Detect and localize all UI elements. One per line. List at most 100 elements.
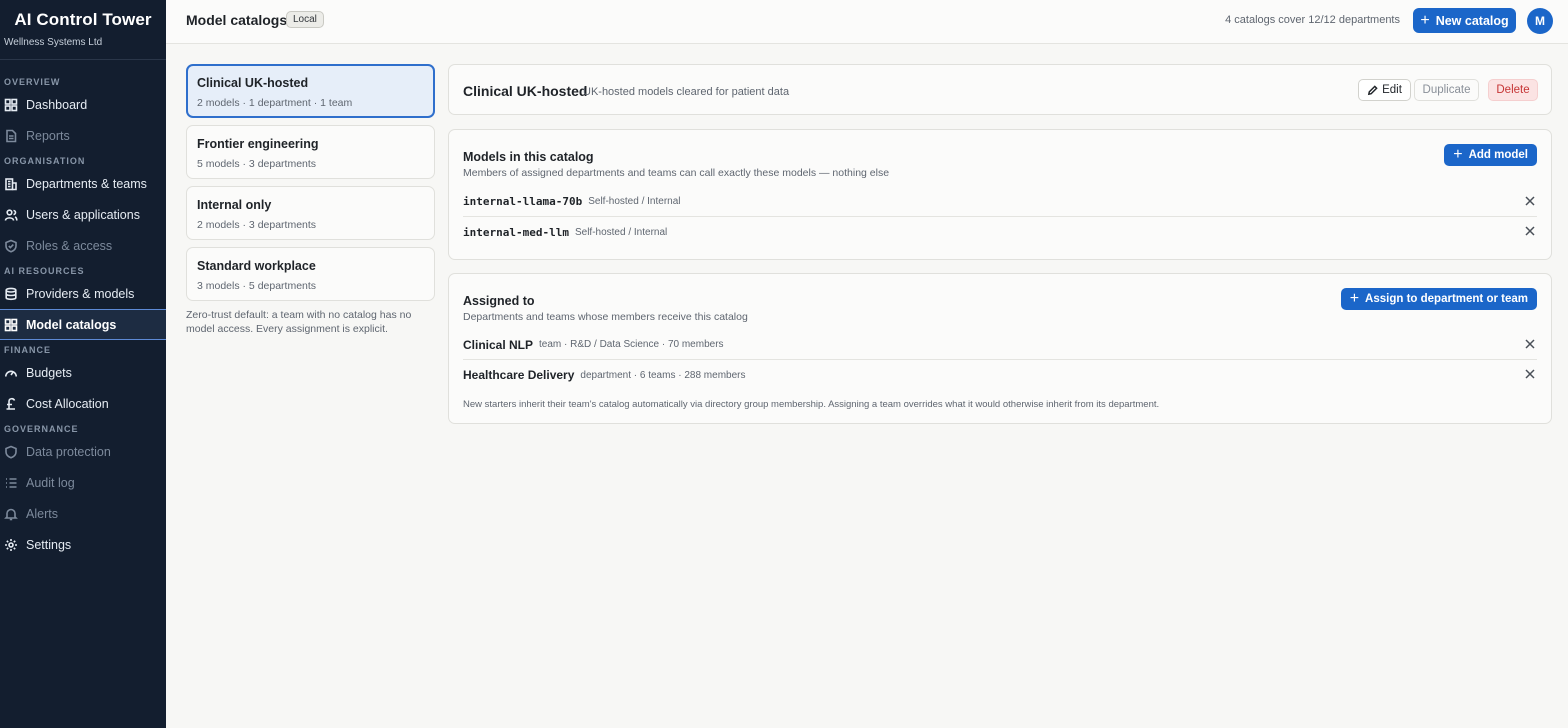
sidebar-section-label: FINANCE: [4, 345, 51, 355]
sidebar-item-roles-access[interactable]: Roles & access: [0, 230, 166, 261]
sidebar-item-label: Users & applications: [26, 207, 140, 222]
sidebar-item-label: Cost Allocation: [26, 396, 109, 411]
add-model-button[interactable]: + Add model: [1444, 144, 1537, 166]
sidebar-section-label: AI RESOURCES: [4, 266, 85, 276]
edit-label: Edit: [1382, 84, 1402, 96]
catalog-card[interactable]: Frontier engineering 5 models · 3 departm…: [186, 125, 435, 179]
sidebar-item-data-protection[interactable]: Data protection: [0, 436, 166, 467]
new-catalog-label: New catalog: [1435, 13, 1509, 28]
catalog-name: Frontier engineering: [197, 137, 319, 151]
topbar: Model catalogs Local 4 catalogs cover 12…: [166, 0, 1568, 44]
edit-button[interactable]: Edit: [1358, 79, 1411, 101]
database-icon: [4, 287, 18, 301]
sidebar-item-label: Roles & access: [26, 238, 113, 253]
plus-icon: +: [1453, 146, 1463, 163]
list-icon: [4, 476, 18, 490]
pencil-icon: [1367, 84, 1378, 95]
catalog-name: Standard workplace: [197, 259, 316, 273]
catalog-meta: 2 models · 3 departments: [197, 219, 317, 231]
assignment-name: Healthcare Delivery: [463, 368, 575, 382]
org-name: Wellness Systems Ltd: [4, 37, 103, 48]
grid-icon: [4, 318, 18, 332]
inheritance-note: New starters inherit their team's catalo…: [463, 399, 1160, 410]
assignment-meta: department · 6 teams · 288 members: [580, 369, 746, 381]
new-catalog-button[interactable]: + New catalog: [1413, 8, 1516, 33]
catalog-meta: 5 models · 3 departments: [197, 158, 317, 170]
catalog-meta: 2 models · 1 department · 1 team: [197, 97, 353, 109]
sidebar: AI Control Tower Wellness Systems Ltd OV…: [0, 0, 166, 728]
coverage-summary: 4 catalogs cover 12/12 departments: [1225, 14, 1400, 26]
sidebar-item-settings[interactable]: Settings: [0, 529, 166, 560]
sidebar-nav: OVERVIEW Dashboard Reports ORGANISATION Depa…: [0, 60, 166, 560]
bell-icon: [4, 507, 18, 521]
avatar[interactable]: M: [1527, 8, 1553, 34]
catalog-card[interactable]: Internal only 2 models · 3 departments: [186, 186, 435, 240]
sidebar-item-label: Reports: [26, 128, 70, 143]
sidebar-item-cost-allocation[interactable]: Cost Allocation: [0, 388, 166, 419]
catalog-card[interactable]: Clinical UK-hosted 2 models · 1 departmen…: [186, 64, 435, 118]
sidebar-item-alerts[interactable]: Alerts: [0, 498, 166, 529]
assign-button[interactable]: + Assign to department or team: [1340, 288, 1537, 310]
catalog-list: Clinical UK-hosted 2 models · 1 departmen…: [186, 64, 435, 336]
model-row: internal-llama-70b Self-hosted / Internal: [463, 187, 1537, 217]
sidebar-item-label: Providers & models: [26, 286, 135, 301]
catalog-title: Clinical UK-hosted: [463, 83, 588, 99]
model-meta: Self-hosted / Internal: [574, 226, 668, 238]
plus-icon: +: [1349, 290, 1360, 307]
sidebar-item-label: Audit log: [26, 475, 75, 490]
sidebar-item-model-catalogs[interactable]: Model catalogs: [0, 309, 166, 340]
assignment-row: Clinical NLP team · R&D / Data Science · …: [463, 330, 1537, 360]
models-subtitle: Members of assigned departments and team…: [463, 167, 890, 179]
assign-label: Assign to department or team: [1365, 293, 1528, 305]
delete-button[interactable]: Delete: [1488, 79, 1538, 101]
page-title: Model catalogs: [186, 12, 288, 28]
remove-assignment-icon[interactable]: [1524, 338, 1536, 350]
remove-assignment-icon[interactable]: [1524, 368, 1536, 380]
add-model-label: Add model: [1468, 149, 1528, 161]
assigned-panel: Assigned to Departments and teams whose …: [448, 273, 1552, 424]
shield-icon: [4, 445, 18, 459]
sidebar-section-label: GOVERNANCE: [4, 424, 79, 434]
model-row: internal-med-llm Self-hosted / Internal: [463, 217, 1537, 247]
sidebar-section-label: ORGANISATION: [4, 156, 86, 166]
sidebar-item-departments-teams[interactable]: Departments & teams: [0, 168, 166, 199]
gear-icon: [4, 538, 18, 552]
pound-icon: [4, 397, 18, 411]
catalog-header-panel: Clinical UK-hosted UK-hosted models clea…: [448, 64, 1552, 115]
sidebar-item-budgets[interactable]: Budgets: [0, 357, 166, 388]
sidebar-item-providers-models[interactable]: Providers & models: [0, 278, 166, 309]
sidebar-item-label: Settings: [26, 537, 72, 552]
building-icon: [4, 177, 18, 191]
models-title: Models in this catalog: [463, 150, 594, 164]
model-id: internal-llama-70b: [463, 195, 583, 208]
assigned-subtitle: Departments and teams whose members rece…: [463, 311, 748, 323]
assignment-meta: team · R&D / Data Science · 70 members: [539, 339, 724, 350]
remove-model-icon[interactable]: [1524, 225, 1536, 237]
sidebar-item-audit-log[interactable]: Audit log: [0, 467, 166, 498]
grid-icon: [4, 98, 18, 112]
sidebar-item-reports[interactable]: Reports: [0, 120, 166, 151]
assignment-row: Healthcare Delivery department · 6 teams …: [463, 360, 1537, 390]
app-title: AI Control Tower: [14, 10, 152, 29]
zero-trust-note: Zero-trust default: a team with no catal…: [186, 309, 412, 335]
model-id: internal-med-llm: [463, 225, 569, 239]
catalog-card[interactable]: Standard workplace 3 models · 5 departmen…: [186, 247, 435, 301]
remove-model-icon[interactable]: [1524, 195, 1536, 207]
sidebar-item-label: Departments & teams: [26, 176, 147, 191]
sidebar-item-dashboard[interactable]: Dashboard: [0, 89, 166, 120]
sidebar-item-label: Alerts: [26, 506, 58, 521]
document-icon: [4, 129, 18, 143]
assigned-title: Assigned to: [463, 294, 535, 308]
sidebar-item-label: Model catalogs: [26, 317, 117, 332]
brand: AI Control Tower Wellness Systems Ltd: [0, 0, 166, 60]
sidebar-item-label: Data protection: [26, 444, 111, 459]
assignment-name: Clinical NLP: [463, 337, 534, 352]
gauge-icon: [4, 366, 18, 380]
sidebar-item-label: Dashboard: [26, 97, 88, 112]
catalog-subtitle: UK-hosted models cleared for patient dat…: [583, 86, 790, 98]
environment-badge: Local: [286, 11, 324, 28]
duplicate-button[interactable]: Duplicate: [1414, 79, 1479, 101]
catalog-name: Internal only: [197, 198, 272, 212]
users-icon: [4, 208, 18, 222]
sidebar-item-users-applications[interactable]: Users & applications: [0, 199, 166, 230]
